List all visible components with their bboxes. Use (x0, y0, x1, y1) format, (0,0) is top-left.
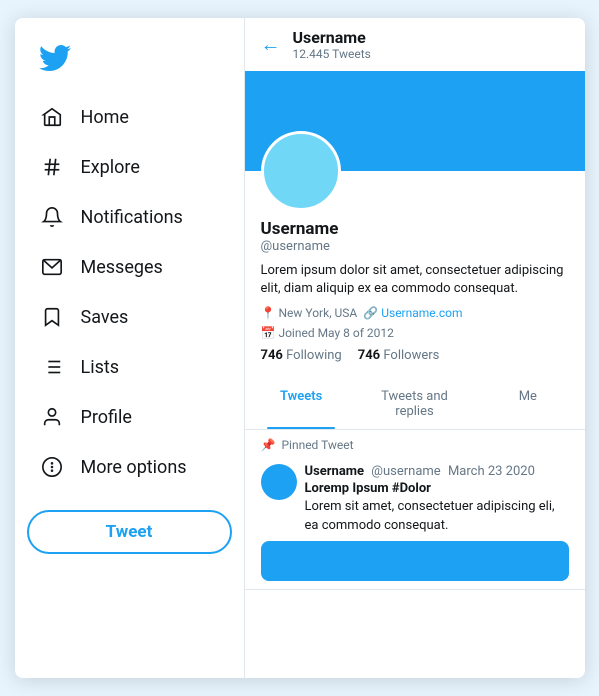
sidebar-item-explore[interactable]: Explore (27, 144, 232, 190)
following-count: 746 (261, 348, 283, 363)
sidebar-logo (27, 34, 232, 94)
person-icon (39, 404, 65, 430)
tweet-button-label: Tweet (106, 522, 153, 542)
header-tweet-count: 12.445 Tweets (293, 47, 371, 61)
tweets-section[interactable]: 📌 Pinned Tweet Username @username March … (245, 430, 585, 678)
cover-photo (245, 71, 585, 171)
bell-icon (39, 204, 65, 230)
avatar (261, 131, 341, 211)
sidebar-item-label-saves: Saves (81, 307, 129, 328)
twitter-logo-icon (39, 42, 71, 74)
profile-bio: Lorem ipsum dolor sit amet, consectetuer… (261, 262, 569, 298)
sidebar-item-messages[interactable]: Messeges (27, 244, 232, 290)
pinned-header: 📌 Pinned Tweet (245, 430, 585, 456)
back-button[interactable]: ← (261, 32, 281, 57)
followers-stat[interactable]: 746 Followers (358, 348, 440, 363)
nav-list: Home Explore Notifications Messeges Save… (27, 94, 232, 494)
mail-icon (39, 254, 65, 280)
header-username: Username (293, 28, 371, 47)
tweet-author-line: Username @username March 23 2020 (305, 464, 569, 479)
sidebar-item-more[interactable]: More options (27, 444, 232, 490)
tweet-title: Loremp Ipsum #Dolor (305, 481, 569, 496)
sidebar-item-profile[interactable]: Profile (27, 394, 232, 440)
tweet-avatar (261, 464, 297, 500)
sidebar-item-label-profile: Profile (81, 407, 132, 428)
profile-location: 📍 New York, USA (261, 306, 358, 320)
tweet-image-preview (261, 541, 569, 581)
tweet-card[interactable]: Username @username March 23 2020 Loremp … (245, 456, 585, 589)
profile-meta: 📍 New York, USA 🔗 Username.com 📅 Joined … (261, 306, 569, 340)
sidebar-item-home[interactable]: Home (27, 94, 232, 140)
home-icon (39, 104, 65, 130)
tweet-author-handle: @username (371, 464, 440, 479)
pin-icon: 📌 (261, 438, 276, 452)
profile-joined: 📅 Joined May 8 of 2012 (261, 326, 394, 340)
tab-replies[interactable]: Tweets and replies (358, 379, 471, 429)
more-icon (39, 454, 65, 480)
profile-stats: 746 Following 746 Followers (261, 348, 569, 363)
sidebar-item-saves[interactable]: Saves (27, 294, 232, 340)
sidebar-item-label-lists: Lists (81, 357, 120, 378)
sidebar-item-label-messages: Messeges (81, 257, 163, 278)
calendar-icon: 📅 (261, 326, 276, 340)
tab-more[interactable]: Me (471, 379, 584, 429)
sidebar-item-label-home: Home (81, 107, 129, 128)
link-icon: 🔗 (363, 306, 378, 320)
profile-handle: @username (261, 239, 569, 254)
list-icon (39, 354, 65, 380)
hashtag-icon (39, 154, 65, 180)
sidebar-item-label-more: More options (81, 457, 187, 478)
header-info: Username 12.445 Tweets (293, 28, 371, 61)
tweet-text: Lorem sit amet, consectetuer adipiscing … (305, 498, 569, 534)
tweet-content: Username @username March 23 2020 Loremp … (305, 464, 569, 534)
profile-tabs: TweetsTweets and repliesMe (245, 379, 585, 430)
tweet-author-name: Username (305, 464, 365, 479)
sidebar-item-label-notifications: Notifications (81, 207, 183, 228)
tweet-date: March 23 2020 (448, 464, 535, 479)
tweet-button[interactable]: Tweet (27, 510, 232, 554)
pinned-label: Pinned Tweet (281, 438, 353, 452)
profile-header-bar: ← Username 12.445 Tweets (245, 18, 585, 71)
app-container: Home Explore Notifications Messeges Save… (15, 18, 585, 678)
sidebar-item-lists[interactable]: Lists (27, 344, 232, 390)
sidebar-item-label-explore: Explore (81, 157, 140, 178)
profile-website[interactable]: 🔗 Username.com (363, 306, 462, 320)
bookmark-icon (39, 304, 65, 330)
location-icon: 📍 (261, 306, 276, 320)
following-stat[interactable]: 746 Following (261, 348, 342, 363)
sidebar-item-notifications[interactable]: Notifications (27, 194, 232, 240)
profile-display-name: Username (261, 219, 569, 239)
sidebar: Home Explore Notifications Messeges Save… (15, 18, 245, 678)
profile-panel: ← Username 12.445 Tweets Username @usern… (245, 18, 585, 678)
followers-count: 746 (358, 348, 380, 363)
tab-tweets[interactable]: Tweets (245, 379, 358, 429)
tweet-top: Username @username March 23 2020 Loremp … (261, 464, 569, 534)
